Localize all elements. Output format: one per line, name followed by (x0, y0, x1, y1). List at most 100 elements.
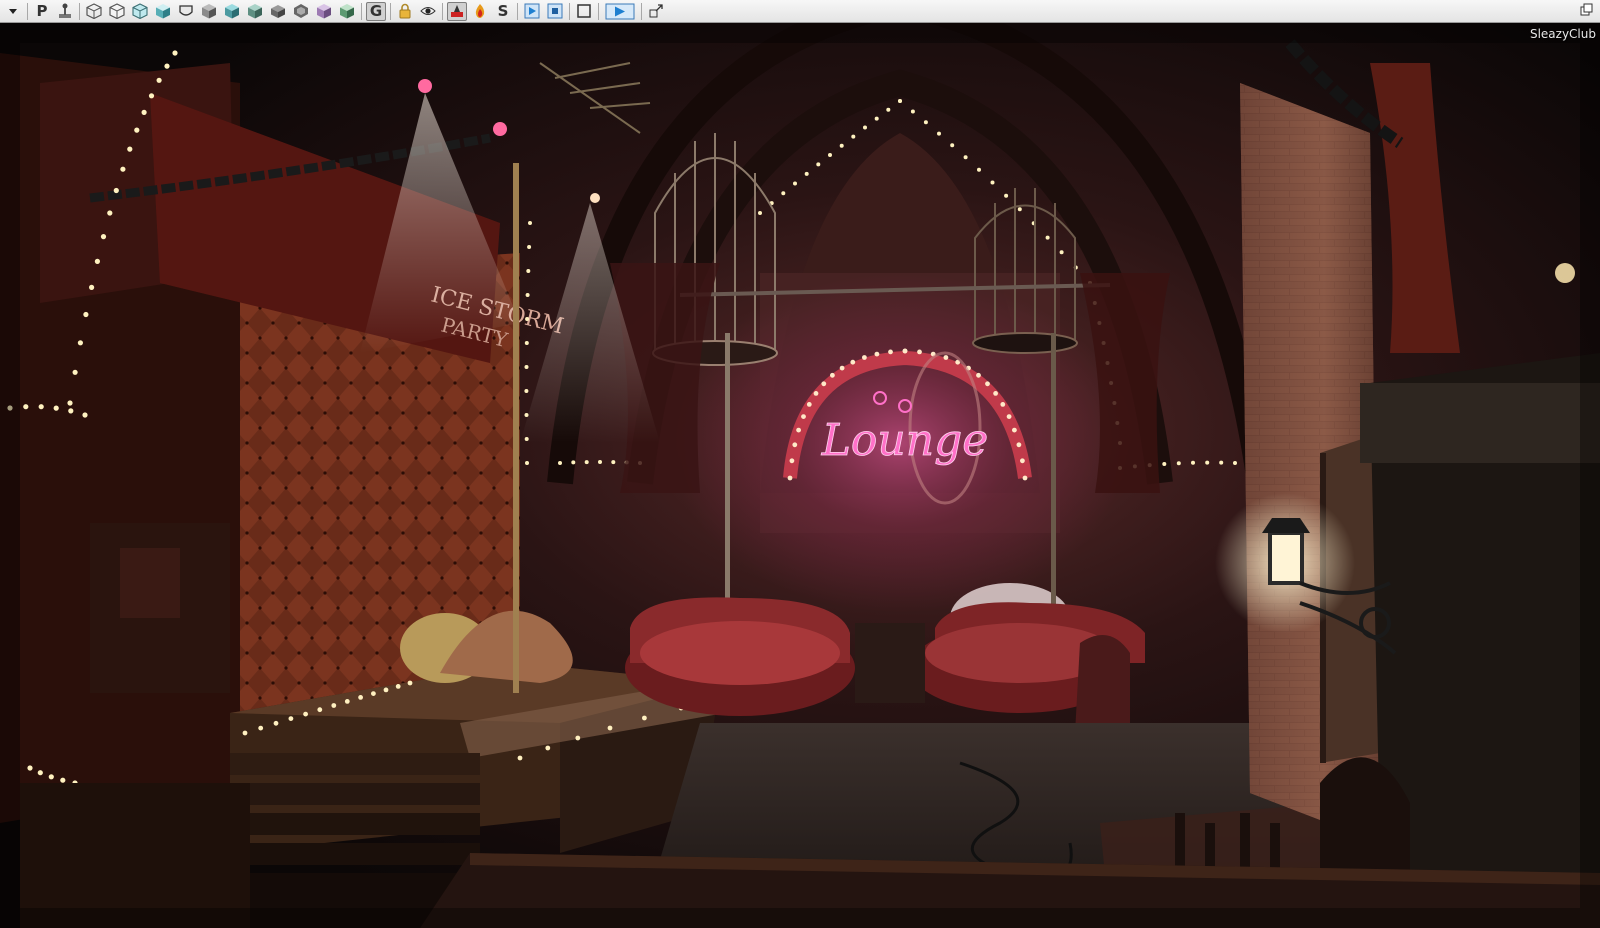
toolbar-separator (361, 2, 362, 20)
light-bulb (607, 725, 613, 731)
shader-cube-icon (179, 5, 193, 16)
light-bulb (801, 414, 806, 419)
lighting-only-button[interactable] (199, 2, 219, 21)
toolbar-separator (517, 2, 518, 20)
light-bulb (525, 317, 530, 321)
light-bulb (1176, 461, 1181, 466)
light-bulb (258, 725, 264, 731)
round-couch-left (625, 597, 855, 716)
unlit-cube-icon (132, 3, 148, 19)
stop-icon (547, 3, 563, 19)
light-bulb (976, 372, 981, 378)
light-complexity-button[interactable] (222, 2, 242, 21)
stage-spotlight (418, 79, 432, 93)
light-bulb (598, 460, 602, 464)
light-bulb (1022, 475, 1028, 481)
vertex-color-button[interactable] (314, 2, 334, 21)
light-bulb (990, 180, 995, 185)
s-mode-button[interactable]: S (493, 2, 513, 21)
restore-window-icon[interactable] (1580, 3, 1594, 17)
maximize-view-button[interactable] (574, 2, 594, 21)
light-bulb (127, 146, 133, 152)
light-bulb (796, 427, 801, 433)
light-bulb (902, 348, 908, 354)
rendered-scene[interactable]: Lounge STORM PARTY (0, 23, 1600, 928)
light-bulb (525, 293, 530, 297)
vertex-color-icon (317, 4, 331, 19)
lod-coloration-button[interactable] (337, 2, 357, 21)
play-in-editor-button[interactable] (603, 2, 637, 21)
light-bulb (89, 284, 95, 290)
toolbar-separator (598, 2, 599, 20)
light-bulb (27, 765, 33, 771)
light-bulb (156, 77, 162, 83)
light-bulb (910, 109, 915, 114)
light-bulb (1233, 461, 1237, 465)
light-bulb (331, 703, 337, 708)
light-bulb (1004, 193, 1009, 198)
light-bulb (525, 461, 529, 465)
toolbar-separator (27, 2, 28, 20)
light-bulb (358, 695, 363, 700)
viewport-toolbar: P G S (0, 0, 1600, 23)
light-bulb (48, 774, 54, 780)
light-bulb (120, 166, 126, 172)
dropdown-menu-button[interactable] (3, 2, 23, 21)
toolbar-separator (390, 2, 391, 20)
light-bulb (806, 402, 812, 407)
streaming-volumes-button[interactable] (447, 1, 467, 21)
light-bulb (977, 167, 981, 172)
eye-icon (420, 7, 436, 15)
fire-icon (475, 4, 485, 18)
light-bulb (1017, 207, 1022, 212)
light-bulb (72, 369, 78, 375)
realtime-preview-button[interactable] (418, 2, 438, 21)
light-bulb (937, 131, 941, 136)
light-bulb (527, 245, 532, 249)
light-bulb (830, 372, 835, 378)
box-unlit-button[interactable] (130, 2, 150, 21)
light-bulb (317, 707, 323, 713)
light-bulb (60, 777, 66, 783)
box-lit-button[interactable] (153, 2, 173, 21)
play-in-viewport-button[interactable] (522, 2, 542, 21)
light-bulb (781, 191, 786, 196)
lock-icon (399, 3, 411, 19)
wireframe-cube-icon (86, 3, 102, 19)
level-viewport[interactable]: Lounge STORM PARTY SleazyClub (0, 23, 1600, 928)
light-bulb (1205, 460, 1210, 465)
light-bulb (395, 684, 401, 689)
light-bulb (148, 93, 155, 99)
light-bulb (1219, 460, 1224, 465)
light-bulb (642, 715, 647, 721)
box-wire-button[interactable] (84, 2, 104, 21)
stop-in-viewport-button[interactable] (545, 2, 565, 21)
light-bulb (850, 359, 856, 365)
light-bulb (993, 391, 998, 396)
light-bulb (524, 437, 529, 441)
fire-preview-button[interactable] (470, 2, 490, 21)
streaming-icon (451, 5, 463, 17)
game-view-button[interactable]: G (366, 1, 386, 21)
texture-density-button[interactable] (245, 2, 265, 21)
box-outline-button[interactable] (107, 2, 127, 21)
reflections-button[interactable] (291, 2, 311, 21)
p-mode-button[interactable]: P (32, 2, 52, 21)
lightmap-density-button[interactable] (268, 2, 288, 21)
light-bulb (100, 234, 107, 240)
light-bulb (793, 181, 797, 186)
light-bulb (863, 125, 867, 130)
light-bulb (288, 716, 294, 721)
light-bulb (758, 211, 762, 215)
armchair (1075, 635, 1130, 733)
light-bulb (898, 99, 902, 103)
light-bulb (792, 442, 798, 448)
viewport-options-button[interactable] (646, 2, 666, 21)
shader-complexity-button[interactable] (176, 2, 196, 21)
light-bulb (950, 143, 955, 148)
light-bulb (38, 404, 44, 410)
lock-viewport-button[interactable] (395, 2, 415, 21)
neon-lounge-sign: Lounge (821, 415, 989, 466)
light-bulb (68, 408, 74, 414)
joystick-button[interactable] (55, 2, 75, 21)
